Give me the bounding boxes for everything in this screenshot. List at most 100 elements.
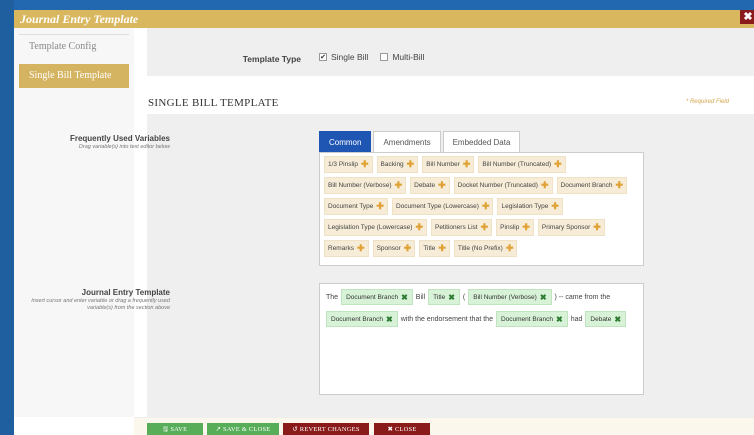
drag-plus-icon: ✚ [357, 243, 365, 253]
save-close-button[interactable]: ↗ SAVE & CLOSE [207, 423, 279, 435]
single-bill-checkbox[interactable]: ✔ [319, 53, 327, 61]
tab-amendments[interactable]: Amendments [373, 131, 441, 152]
variable-chip[interactable]: Sponsor ✚ [372, 240, 416, 257]
variable-chip[interactable]: Title ✚ [419, 240, 450, 257]
variable-label: Legislation Type (Lowercase) [328, 224, 413, 231]
remove-token-icon[interactable]: ✖ [386, 315, 393, 324]
drag-plus-icon: ✚ [376, 201, 384, 211]
variable-token[interactable]: Document Branch ✖ [495, 311, 568, 327]
drag-plus-icon: ✚ [615, 180, 624, 190]
editor-text: The [326, 293, 339, 301]
editor-text: ( [462, 293, 466, 301]
variable-chip[interactable]: Bill Number (Verbose) ✚ [324, 177, 407, 194]
variable-label: Title (No Prefix) [457, 245, 503, 252]
remove-token-icon[interactable]: ✖ [401, 293, 408, 302]
save-button[interactable]: 🖫 SAVE [147, 423, 203, 435]
multi-bill-checkbox[interactable] [380, 53, 389, 61]
sidebar-item-single-bill-template[interactable]: Single Bill Template [19, 64, 129, 88]
variable-chip[interactable]: Legislation Type (Lowercase) ✚ [324, 219, 427, 236]
variable-chip[interactable]: Petitioners List ✚ [430, 219, 493, 236]
journal-template-hint: Insert cursor and enter variable or drag… [31, 298, 170, 311]
template-type-options: ✔ Single Bill Multi-Bill [319, 52, 424, 62]
variable-chip[interactable]: Pinslip ✚ [496, 219, 534, 236]
template-type-label: Template Type [242, 54, 301, 64]
variable-label: 1/3 Pinslip [328, 161, 358, 168]
sidebar-item-label: Template Config [29, 41, 97, 52]
remove-token-icon[interactable]: ✖ [614, 315, 621, 324]
variable-chip[interactable]: Backing ✚ [376, 156, 419, 173]
remove-token-icon[interactable]: ✖ [556, 315, 563, 324]
token-label: Debate [590, 315, 612, 323]
remove-token-icon[interactable]: ✖ [540, 293, 547, 302]
variable-row: Remarks ✚ Sponsor ✚ Title ✚ Title (No Prefi… [322, 240, 641, 257]
variable-chip[interactable]: Bill Number (Truncated) ✚ [478, 156, 566, 173]
save-close-button-label: SAVE & CLOSE [223, 426, 271, 433]
variable-label: Pinslip [500, 224, 520, 231]
editor-text: had [570, 315, 583, 323]
variable-token[interactable]: Title ✖ [428, 289, 460, 305]
drag-plus-icon: ✚ [593, 222, 601, 232]
sidebar-item-label: Single Bill Template [29, 70, 112, 81]
dialog-title: Journal Entry Template [20, 11, 139, 26]
variable-label: Docket Number (Truncated) [457, 182, 538, 189]
variable-token[interactable]: Bill Number (Verbose) ✖ [468, 289, 552, 305]
variable-chip[interactable]: Document Branch ✚ [556, 177, 628, 194]
close-button[interactable]: ✖ CLOSE [374, 423, 430, 435]
drag-plus-icon: ✚ [554, 159, 562, 169]
variable-token[interactable]: Debate ✖ [585, 311, 627, 327]
tab-common[interactable]: Common [319, 131, 372, 152]
variable-tabs: Common Amendments Embedded Data [319, 131, 522, 153]
required-field-note: * Required Field [685, 99, 729, 105]
drag-plus-icon: ✚ [462, 159, 471, 169]
close-icon[interactable]: ✖ [740, 10, 754, 24]
sidebar: Template Config Single Bill Template [14, 28, 134, 417]
token-label: Document Branch [331, 315, 384, 323]
journal-template-label: Journal Entry Template [81, 288, 170, 297]
drag-plus-icon: ✚ [481, 201, 490, 211]
variable-chip[interactable]: Docket Number (Truncated) ✚ [453, 177, 553, 194]
drag-plus-icon: ✚ [480, 222, 489, 232]
sidebar-item-template-config[interactable]: Template Config [19, 34, 129, 58]
variable-token[interactable]: Document Branch ✖ [341, 289, 413, 305]
variable-label: Document Type [328, 203, 374, 210]
variable-chip[interactable]: Debate ✚ [410, 177, 450, 194]
variable-chip[interactable]: Document Type (Lowercase) ✚ [391, 198, 494, 215]
revert-button-label: REVERT CHANGES [299, 426, 360, 433]
variable-chip[interactable]: Title (No Prefix) ✚ [453, 240, 518, 257]
variable-chip[interactable]: Primary Sponsor ✚ [537, 219, 605, 236]
token-label: Document Branch [500, 315, 553, 323]
token-label: Document Branch [346, 293, 399, 301]
variable-chip[interactable]: Document Type ✚ [324, 198, 388, 215]
single-bill-label[interactable]: Single Bill [331, 52, 368, 62]
template-type-panel: Template Type ✔ Single Bill Multi-Bill [147, 28, 754, 76]
variable-chip[interactable]: Legislation Type ✚ [497, 198, 563, 215]
tab-embedded-data[interactable]: Embedded Data [442, 131, 521, 152]
remove-token-icon[interactable]: ✖ [448, 293, 455, 302]
variable-label: Bill Number [426, 161, 460, 168]
save-button-label: SAVE [170, 426, 188, 433]
background-strip [0, 0, 14, 435]
variable-chip[interactable]: 1/3 Pinslip ✚ [324, 156, 373, 173]
variable-token[interactable]: Document Branch ✖ [326, 311, 398, 327]
dialog-titlebar: Journal Entry Template ✖ [14, 10, 754, 28]
token-label: Title [433, 293, 446, 301]
editor-line: The Document Branch ✖ Bill Title ✖ ( Bill … [326, 288, 637, 306]
variable-label: Sponsor [376, 245, 401, 252]
variable-row: Document Type ✚ Document Type (Lowercase)… [322, 198, 641, 215]
journal-template-editor[interactable]: The Document Branch ✖ Bill Title ✖ ( Bill … [319, 283, 644, 395]
close-button-label: CLOSE [394, 426, 417, 433]
variable-row: Legislation Type (Lowercase) ✚ Petitioner… [322, 219, 641, 236]
variable-chip[interactable]: Remarks ✚ [324, 240, 369, 257]
section-title: SINGLE BILL TEMPLATE [148, 97, 279, 109]
variable-chip[interactable]: Bill Number ✚ [422, 156, 475, 173]
variable-label: Bill Number (Truncated) [482, 161, 552, 168]
frequent-variables-label: Frequently Used Variables [69, 134, 170, 143]
drag-plus-icon: ✚ [403, 243, 412, 253]
editor-text: ) -- came from the [554, 293, 611, 301]
variable-label: Remarks [328, 245, 355, 252]
variable-label: Document Branch [560, 182, 613, 189]
multi-bill-label[interactable]: Multi-Bill [392, 52, 424, 62]
revert-changes-button[interactable]: ↺ REVERT CHANGES [283, 423, 369, 435]
drag-plus-icon: ✚ [415, 222, 423, 232]
drag-plus-icon: ✚ [438, 180, 446, 190]
